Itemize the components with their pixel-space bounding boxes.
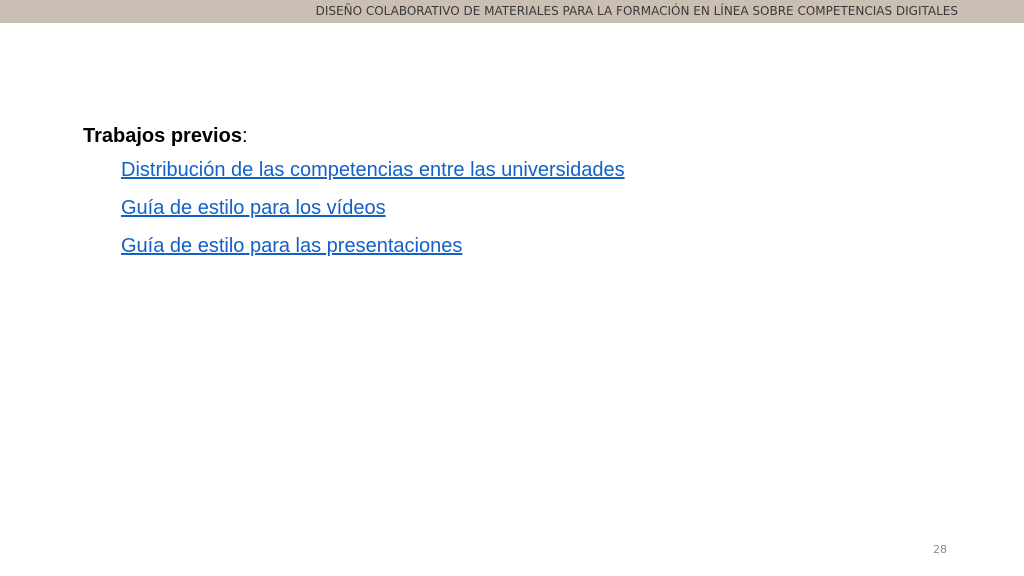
link-distribucion-competencias[interactable]: Distribución de las competencias entre l… — [121, 159, 625, 181]
list-item: Guía de estilo para las presentaciones — [121, 232, 625, 270]
slide-content: Trabajos previos: Distribución de las co… — [83, 122, 625, 270]
page-number: 28 — [933, 543, 947, 556]
link-list: Distribución de las competencias entre l… — [121, 156, 625, 270]
list-item: Guía de estilo para los vídeos — [121, 194, 625, 232]
link-guia-estilo-presentaciones[interactable]: Guía de estilo para las presentaciones — [121, 235, 462, 257]
section-heading-colon: : — [241, 125, 248, 147]
header-title: DISEÑO COLABORATIVO DE MATERIALES PARA L… — [315, 4, 958, 18]
header-bar: DISEÑO COLABORATIVO DE MATERIALES PARA L… — [0, 0, 1024, 23]
slide: DISEÑO COLABORATIVO DE MATERIALES PARA L… — [0, 0, 1024, 576]
link-guia-estilo-videos[interactable]: Guía de estilo para los vídeos — [121, 197, 386, 219]
section-heading: Trabajos previos: — [83, 122, 625, 150]
list-item: Distribución de las competencias entre l… — [121, 156, 625, 194]
section-heading-label: Trabajos previos — [83, 125, 242, 147]
